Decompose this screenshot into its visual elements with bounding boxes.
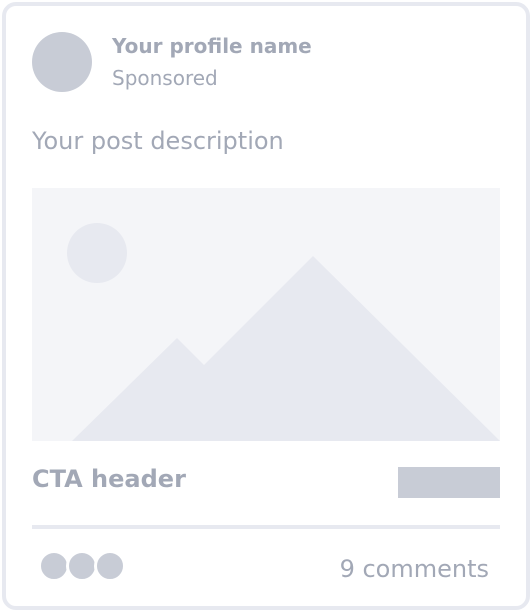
post-media-placeholder[interactable] xyxy=(32,188,500,441)
cta-header: CTA header xyxy=(32,465,186,493)
profile-name[interactable]: Your profile name xyxy=(112,34,312,58)
reaction-avatar xyxy=(94,550,126,582)
mountain-shape xyxy=(72,256,500,441)
post-card: Your profile name Sponsored Your post de… xyxy=(2,2,530,610)
sun-shape xyxy=(67,223,127,283)
divider xyxy=(32,525,500,529)
reaction-avatars[interactable] xyxy=(38,550,138,582)
post-description: Your post description xyxy=(32,127,284,155)
sponsored-label: Sponsored xyxy=(112,66,218,90)
cta-button[interactable] xyxy=(398,467,500,498)
profile-avatar[interactable] xyxy=(32,32,92,92)
comments-link[interactable]: 9 comments xyxy=(306,555,489,583)
image-placeholder-icon xyxy=(67,223,500,441)
